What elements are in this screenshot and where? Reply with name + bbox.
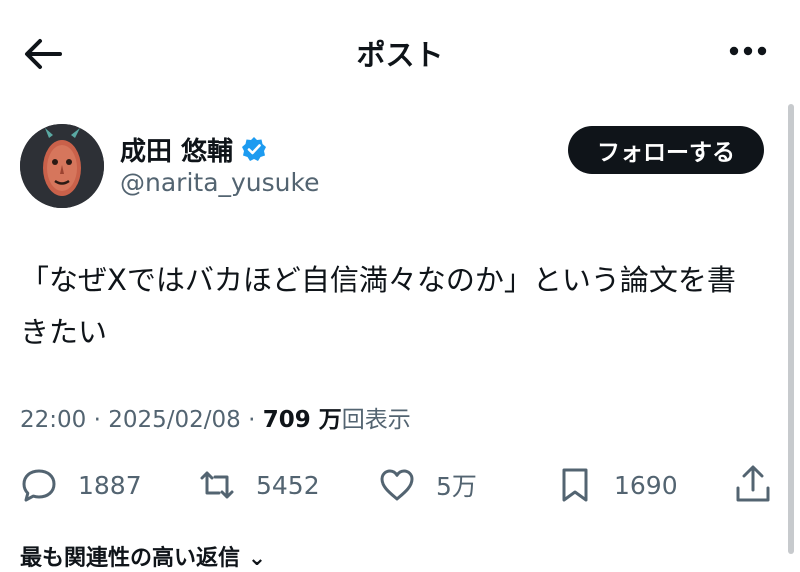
bookmark-count: 1690 [614, 470, 678, 500]
heart-icon [380, 469, 414, 501]
mask-avatar-image [20, 124, 104, 208]
post-text-line-1: 「なぜXではバカほど自信満々なのか」という論文を書 [20, 263, 736, 297]
post-text-line-2: きたい [20, 315, 108, 349]
views-number: 709 [262, 407, 311, 433]
chevron-down-icon: ⌄ [247, 546, 267, 571]
verified-badge-icon [242, 137, 267, 161]
scrollbar[interactable] [788, 104, 794, 554]
like-action[interactable]: 5万 [378, 460, 477, 510]
reply-action[interactable]: 1887 [20, 460, 142, 510]
views-unit: 万 [318, 407, 342, 433]
post-text: 「なぜXではバカほど自信満々なのか」という論文を書 きたい [20, 254, 780, 358]
repost-count: 5452 [256, 470, 320, 500]
views-label: 回表示 [341, 407, 411, 433]
avatar[interactable] [20, 124, 104, 208]
meta-separator: · [93, 407, 109, 433]
more-dots-icon[interactable] [728, 44, 768, 58]
like-count: 5万 [436, 472, 477, 501]
share-icon[interactable] [734, 464, 772, 504]
top-bar: ポスト [0, 0, 800, 108]
post-date[interactable]: 2025/02/08 [108, 407, 241, 433]
meta-separator: · [248, 407, 263, 433]
repost-action[interactable]: 5452 [198, 460, 320, 510]
follow-button[interactable]: フォローする [568, 126, 764, 174]
repost-icon [200, 471, 234, 499]
views-count: 709 万 [263, 407, 342, 433]
author-name[interactable]: 成田 悠輔 [120, 131, 233, 168]
author-header: 成田 悠輔 @narita_yusuke フォローする [20, 124, 780, 214]
page-title: ポスト [356, 38, 444, 72]
replies-sort-dropdown[interactable]: 最も関連性の高い返信 ⌄ [20, 540, 266, 572]
post-meta: 22:00 · 2025/02/08 · 709 万回表示 [20, 400, 411, 434]
replies-sort-label: 最も関連性の高い返信 [20, 546, 241, 571]
action-bar: 1887 5452 5万 1690 [20, 460, 780, 510]
bookmark-icon [562, 468, 588, 502]
bookmark-action[interactable]: 1690 [556, 460, 678, 510]
name-row: 成田 悠輔 [120, 131, 267, 168]
author-handle[interactable]: @narita_yusuke [120, 168, 320, 197]
reply-count: 1887 [78, 470, 142, 500]
post-time[interactable]: 22:00 [20, 407, 86, 433]
reply-icon [22, 469, 56, 502]
